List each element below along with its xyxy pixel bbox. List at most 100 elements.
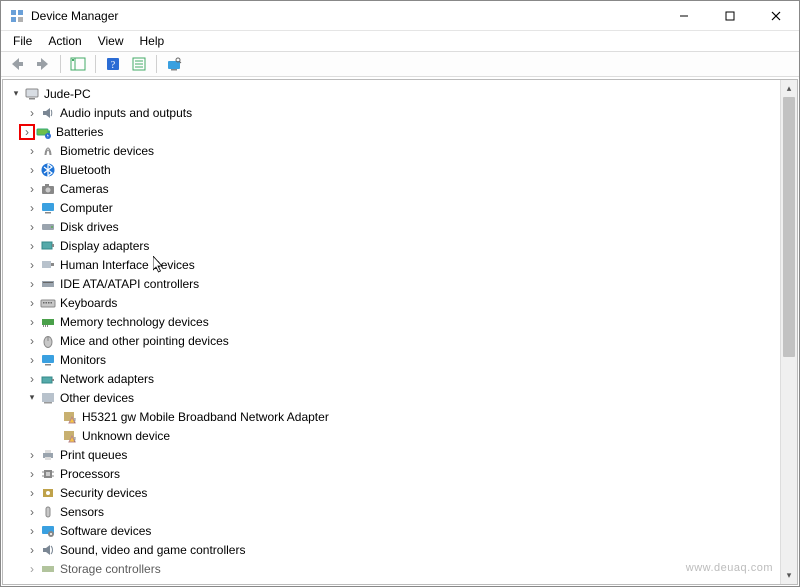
- tree-node-storage[interactable]: Storage controllers: [7, 559, 780, 578]
- tree-node-sound[interactable]: Sound, video and game controllers: [7, 540, 780, 559]
- close-button[interactable]: [753, 1, 799, 30]
- properties-button[interactable]: [127, 53, 151, 75]
- expand-toggle[interactable]: [25, 562, 39, 576]
- expand-toggle[interactable]: [25, 144, 39, 158]
- tree-node-bluetooth[interactable]: Bluetooth: [7, 160, 780, 179]
- toolbar-separator: [95, 55, 96, 73]
- tree-node-hid[interactable]: Human Interface Devices: [7, 255, 780, 274]
- show-hide-tree-button[interactable]: [66, 53, 90, 75]
- expand-toggle[interactable]: [25, 524, 39, 538]
- scroll-down-button[interactable]: ▾: [781, 567, 797, 584]
- expand-toggle[interactable]: [25, 486, 39, 500]
- tree-node-display[interactable]: Display adapters: [7, 236, 780, 255]
- tree-node-cameras[interactable]: Cameras: [7, 179, 780, 198]
- printer-icon: [40, 447, 56, 463]
- minimize-button[interactable]: [661, 1, 707, 30]
- memory-icon: [40, 314, 56, 330]
- tree-node-printq[interactable]: Print queues: [7, 445, 780, 464]
- other-devices-icon: [40, 390, 56, 406]
- expand-toggle[interactable]: [9, 88, 23, 99]
- expand-toggle[interactable]: [25, 163, 39, 177]
- computer-icon: [24, 86, 40, 102]
- expand-toggle[interactable]: [25, 220, 39, 234]
- tree-node-label: Audio inputs and outputs: [59, 106, 192, 120]
- svg-text:!: !: [74, 418, 76, 424]
- ide-icon: [40, 276, 56, 292]
- tree-node-sensors[interactable]: Sensors: [7, 502, 780, 521]
- tree-node-disk[interactable]: Disk drives: [7, 217, 780, 236]
- menu-file[interactable]: File: [5, 32, 40, 50]
- tree-node-security[interactable]: Security devices: [7, 483, 780, 502]
- camera-icon: [40, 181, 56, 197]
- expand-toggle[interactable]: [25, 315, 39, 329]
- tree-node-mice[interactable]: Mice and other pointing devices: [7, 331, 780, 350]
- device-tree[interactable]: Jude-PC Audio inputs and outputs Batteri…: [3, 80, 780, 584]
- back-button[interactable]: [5, 53, 29, 75]
- tree-panel: Jude-PC Audio inputs and outputs Batteri…: [2, 79, 798, 585]
- tree-node-memtech[interactable]: Memory technology devices: [7, 312, 780, 331]
- tree-node-label: Cameras: [59, 182, 109, 196]
- expand-toggle[interactable]: [25, 106, 39, 120]
- toolbar-separator: [60, 55, 61, 73]
- tree-node-label: Jude-PC: [43, 87, 91, 101]
- expand-toggle[interactable]: [25, 392, 39, 403]
- tree-node-label: Software devices: [59, 524, 151, 538]
- forward-button[interactable]: [31, 53, 55, 75]
- tree-node-label: Computer: [59, 201, 113, 215]
- scroll-thumb[interactable]: [783, 97, 795, 357]
- bluetooth-icon: [40, 162, 56, 178]
- tree-root[interactable]: Jude-PC: [7, 84, 780, 103]
- tree-node-computer[interactable]: Computer: [7, 198, 780, 217]
- tree-node-monitors[interactable]: Monitors: [7, 350, 780, 369]
- menu-help[interactable]: Help: [132, 32, 173, 50]
- expand-toggle[interactable]: [25, 182, 39, 196]
- keyboard-icon: [40, 295, 56, 311]
- tree-node-label: Storage controllers: [59, 562, 161, 576]
- expand-toggle[interactable]: [25, 258, 39, 272]
- menu-view[interactable]: View: [90, 32, 132, 50]
- expand-toggle[interactable]: [25, 334, 39, 348]
- tree-node-ide[interactable]: IDE ATA/ATAPI controllers: [7, 274, 780, 293]
- expand-toggle[interactable]: [25, 543, 39, 557]
- tree-node-biometric[interactable]: Biometric devices: [7, 141, 780, 160]
- expand-toggle[interactable]: [25, 201, 39, 215]
- expand-toggle[interactable]: [25, 353, 39, 367]
- scan-hardware-button[interactable]: [162, 53, 186, 75]
- expand-toggle[interactable]: [25, 125, 29, 139]
- expand-toggle[interactable]: [25, 448, 39, 462]
- security-icon: [40, 485, 56, 501]
- software-icon: [40, 523, 56, 539]
- tree-node-other-child[interactable]: ! Unknown device: [7, 426, 780, 445]
- fingerprint-icon: [40, 143, 56, 159]
- tree-node-batteries[interactable]: Batteries: [7, 122, 780, 141]
- tree-node-audio[interactable]: Audio inputs and outputs: [7, 103, 780, 122]
- expand-toggle[interactable]: [25, 296, 39, 310]
- warning-device-icon: !: [62, 428, 78, 444]
- expand-toggle[interactable]: [25, 467, 39, 481]
- tree-node-label: Unknown device: [81, 429, 170, 443]
- tree-node-other-child[interactable]: ! H5321 gw Mobile Broadband Network Adap…: [7, 407, 780, 426]
- tree-node-software[interactable]: Software devices: [7, 521, 780, 540]
- menu-bar: File Action View Help: [1, 31, 799, 51]
- tree-node-label: Display adapters: [59, 239, 149, 253]
- scroll-up-button[interactable]: ▴: [781, 80, 797, 97]
- expand-toggle[interactable]: [25, 239, 39, 253]
- expand-toggle[interactable]: [25, 505, 39, 519]
- tree-node-processors[interactable]: Processors: [7, 464, 780, 483]
- svg-text:!: !: [74, 437, 76, 443]
- expand-toggle[interactable]: [25, 372, 39, 386]
- monitor-icon: [40, 352, 56, 368]
- expand-toggle[interactable]: [25, 277, 39, 291]
- title-bar: Device Manager: [1, 1, 799, 31]
- app-icon: [9, 8, 25, 24]
- tree-node-other[interactable]: Other devices: [7, 388, 780, 407]
- tree-node-netadapters[interactable]: Network adapters: [7, 369, 780, 388]
- toolbar: ?: [1, 51, 799, 77]
- tree-node-keyboards[interactable]: Keyboards: [7, 293, 780, 312]
- vertical-scrollbar[interactable]: ▴ ▾: [780, 80, 797, 584]
- maximize-button[interactable]: [707, 1, 753, 30]
- tree-node-label: Mice and other pointing devices: [59, 334, 229, 348]
- menu-action[interactable]: Action: [40, 32, 89, 50]
- help-button[interactable]: ?: [101, 53, 125, 75]
- tree-node-label: Disk drives: [59, 220, 119, 234]
